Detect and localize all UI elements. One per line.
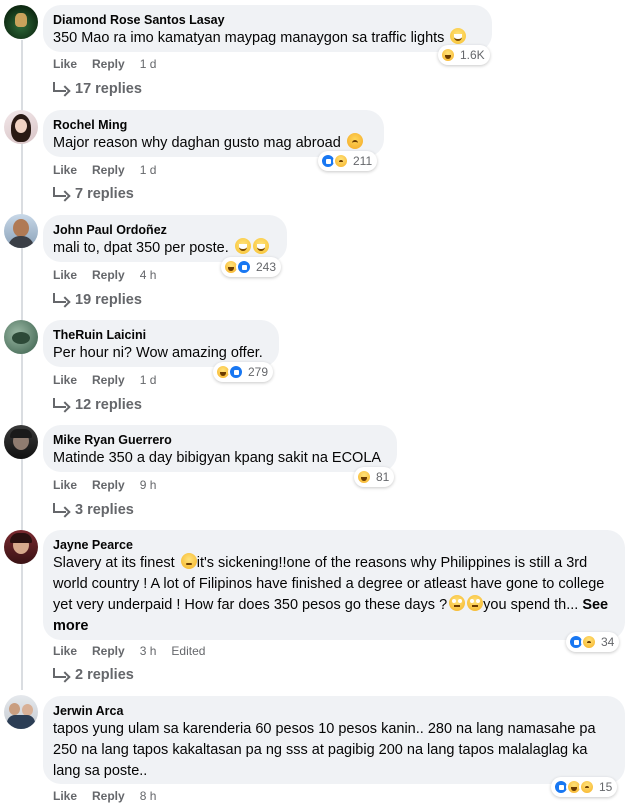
sad-reaction-icon: [581, 634, 597, 650]
comment-author[interactable]: Diamond Rose Santos Lasay: [53, 12, 480, 28]
like-button[interactable]: Like: [53, 643, 77, 659]
reply-button[interactable]: Reply: [92, 788, 125, 803]
comment-author[interactable]: John Paul Ordoñez: [53, 222, 275, 238]
reply-arrow-icon: [53, 293, 66, 303]
view-replies-button[interactable]: 7 replies: [53, 185, 134, 203]
comment-bubble: Jayne Pearce Slavery at its finest it's …: [43, 530, 625, 640]
comment-text: Per hour ni? Wow amazing offer.: [53, 345, 263, 361]
comment-author[interactable]: Jerwin Arca: [53, 703, 613, 719]
comment-actions: Like Reply 3 h Edited: [53, 643, 205, 659]
sad-reaction-icon: [579, 779, 595, 795]
reaction-summary[interactable]: 243: [221, 257, 282, 277]
comment-author[interactable]: Mike Ryan Guerrero: [53, 432, 385, 448]
reaction-count: 1.6K: [460, 48, 485, 62]
avatar[interactable]: [4, 110, 38, 144]
comment-timestamp[interactable]: 1 d: [140, 162, 157, 178]
comment-timestamp[interactable]: 3 h: [140, 643, 157, 659]
reply-button[interactable]: Reply: [92, 267, 125, 283]
comment-text: Matinde 350 a day bibigyan kpang sakit n…: [53, 450, 382, 466]
view-replies-button[interactable]: 17 replies: [53, 80, 142, 98]
avatar[interactable]: [4, 530, 38, 564]
comment-author[interactable]: TheRuin Laicini: [53, 327, 267, 343]
reply-button[interactable]: Reply: [92, 477, 125, 493]
comment-text: Slavery at its finest it's sickening!!on…: [53, 553, 609, 634]
like-reaction-icon: [228, 364, 244, 380]
reaction-count: 81: [376, 470, 390, 484]
comment-bubble: Jerwin Arca tapos yung ulam sa karenderi…: [43, 696, 625, 784]
face-with-rolling-eyes-icon: [467, 595, 484, 611]
avatar[interactable]: [4, 425, 38, 459]
reaction-summary[interactable]: 1.6K: [438, 45, 490, 65]
grinning-sweat-emoji-icon: [450, 28, 467, 44]
reaction-count: 211: [353, 154, 373, 168]
comment-bubble: Diamond Rose Santos Lasay 350 Mao ra imo…: [43, 5, 492, 52]
reply-arrow-icon: [53, 503, 66, 513]
comment-timestamp[interactable]: 4 h: [140, 267, 157, 283]
view-replies-button[interactable]: 12 replies: [53, 396, 142, 414]
comment-timestamp[interactable]: 9 h: [140, 477, 157, 493]
avatar[interactable]: [4, 320, 38, 354]
comment-bubble: John Paul Ordoñez mali to, dpat 350 per …: [43, 215, 287, 262]
sad-reaction-icon: [333, 153, 349, 169]
comment-actions: Like Reply 1 d: [53, 372, 156, 388]
comment-text: tapos yung ulam sa karenderia 60 pesos 1…: [53, 721, 596, 779]
comment-actions: Like Reply 4 h: [53, 267, 156, 283]
view-replies-button[interactable]: 3 replies: [53, 501, 134, 519]
reaction-summary[interactable]: 15: [551, 777, 618, 797]
comment-actions: Like Reply 8 h: [53, 788, 156, 803]
reply-arrow-icon: [53, 82, 66, 92]
reply-arrow-icon: [53, 398, 66, 408]
comment-actions: Like Reply 1 d: [53, 56, 156, 72]
reply-button[interactable]: Reply: [92, 372, 125, 388]
reaction-count: 279: [248, 365, 269, 379]
reaction-count: 243: [256, 260, 277, 274]
comment-text: 350 Mao ra imo kamatyan maypag manaygon …: [53, 28, 480, 49]
comment-bubble: TheRuin Laicini Per hour ni? Wow amazing…: [43, 320, 279, 367]
like-button[interactable]: Like: [53, 56, 77, 72]
like-reaction-icon: [236, 259, 252, 275]
like-button[interactable]: Like: [53, 372, 77, 388]
haha-reaction-icon: [440, 47, 456, 63]
reaction-summary[interactable]: 34: [566, 632, 620, 652]
grinning-emoji-icon: [234, 238, 251, 254]
reaction-summary[interactable]: 81: [354, 467, 395, 487]
avatar[interactable]: [4, 5, 38, 39]
comment-author[interactable]: Jayne Pearce: [53, 537, 613, 553]
view-replies-button[interactable]: 19 replies: [53, 291, 142, 309]
comment-timestamp[interactable]: 1 d: [140, 56, 157, 72]
pensive-emoji-icon: [180, 553, 197, 569]
view-replies-button[interactable]: 2 replies: [53, 666, 134, 684]
reply-arrow-icon: [53, 668, 66, 678]
comment-timestamp[interactable]: 1 d: [140, 372, 157, 388]
frowning-emoji-icon: [346, 133, 363, 149]
reply-arrow-icon: [53, 187, 66, 197]
reaction-count: 15: [599, 780, 613, 794]
reply-button[interactable]: Reply: [92, 56, 125, 72]
reaction-count: 34: [601, 635, 615, 649]
comment-timestamp[interactable]: 8 h: [140, 788, 157, 803]
comment-actions: Like Reply 9 h: [53, 477, 156, 493]
comment-text: mali to, dpat 350 per poste.: [53, 238, 275, 259]
comment-author[interactable]: Rochel Ming: [53, 117, 372, 133]
haha-reaction-icon: [356, 469, 372, 485]
like-button[interactable]: Like: [53, 477, 77, 493]
reply-button[interactable]: Reply: [92, 643, 125, 659]
comment-actions: Like Reply 1 d: [53, 162, 156, 178]
avatar[interactable]: [4, 214, 38, 248]
reaction-summary[interactable]: 211: [318, 151, 378, 171]
grinning-emoji-icon: [252, 238, 269, 254]
reply-button[interactable]: Reply: [92, 162, 125, 178]
edited-label: Edited: [171, 644, 206, 658]
reaction-summary[interactable]: 279: [213, 362, 274, 382]
like-button[interactable]: Like: [53, 788, 77, 803]
comment-bubble: Mike Ryan Guerrero Matinde 350 a day bib…: [43, 425, 397, 472]
like-button[interactable]: Like: [53, 162, 77, 178]
avatar[interactable]: [4, 695, 38, 729]
comment-bubble: Rochel Ming Major reason why daghan gust…: [43, 110, 384, 157]
like-button[interactable]: Like: [53, 267, 77, 283]
face-with-rolling-eyes-icon: [449, 595, 466, 611]
